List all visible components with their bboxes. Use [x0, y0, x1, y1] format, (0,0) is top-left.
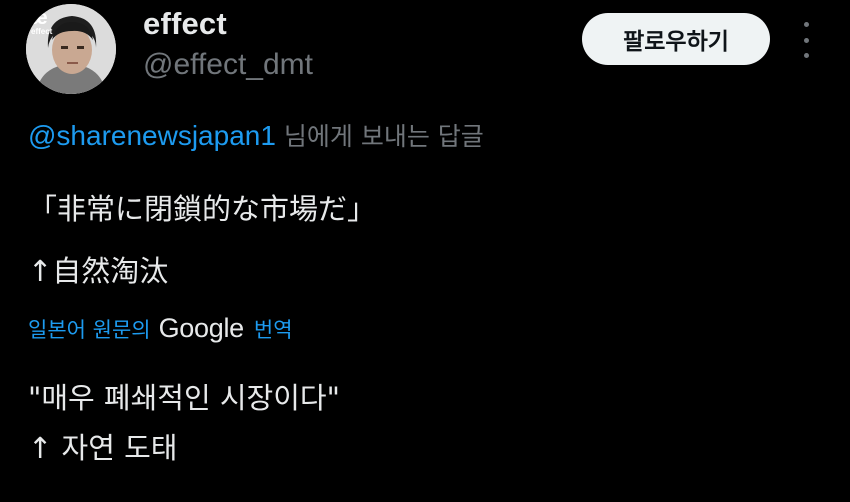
more-vertical-icon[interactable]: [796, 22, 816, 58]
translation-prefix: 일본어 원문의: [28, 317, 151, 342]
tweet-text-line-2: ↑自然淘汰: [28, 254, 169, 288]
display-name[interactable]: effect: [143, 6, 227, 42]
replying-to: @sharenewsjapan1 님에게 보내는 답글: [28, 117, 484, 153]
more-dot: [803, 37, 809, 43]
translated-text-line-1: "매우 폐쇄적인 시장이다": [28, 381, 340, 415]
follow-button[interactable]: 팔로우하기: [582, 13, 770, 65]
reply-suffix: 님에게 보내는 답글: [275, 122, 484, 151]
user-handle[interactable]: @effect_dmt: [143, 48, 313, 82]
more-dot: [803, 22, 809, 27]
reply-mention-link[interactable]: @sharenewsjapan1: [28, 120, 276, 151]
more-dot: [803, 53, 809, 58]
avatar[interactable]: æ effect: [26, 4, 116, 94]
translated-text-line-2: ↑ 자연 도태: [28, 431, 178, 465]
google-logo: Google: [158, 313, 245, 343]
avatar-photo: æ effect: [26, 4, 116, 94]
svg-text:æ: æ: [30, 7, 48, 29]
translation-attribution-link[interactable]: 일본어 원문의 Google 번역: [28, 313, 293, 344]
tweet-text-line-1: 「非常に閉鎖的な市場だ」: [28, 192, 377, 226]
translation-suffix: 번역: [253, 317, 293, 342]
avatar-logo-text: effect: [31, 27, 53, 36]
